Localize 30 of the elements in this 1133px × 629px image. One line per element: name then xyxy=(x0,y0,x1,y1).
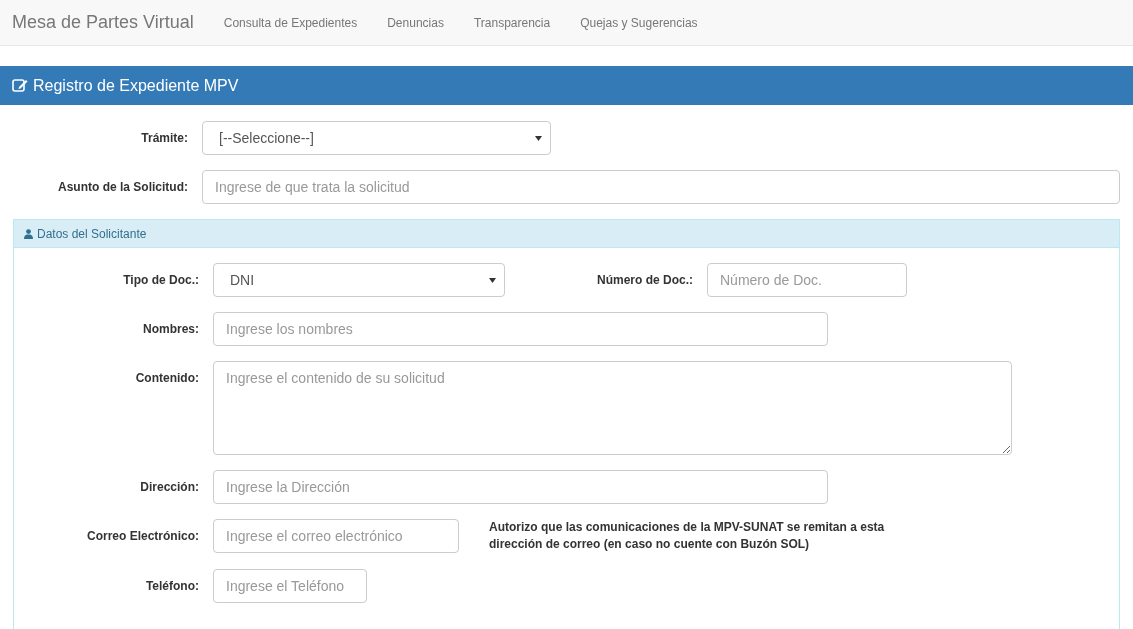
input-field[interactable]: Ingrese los nombres xyxy=(213,312,828,346)
edit-icon xyxy=(12,78,28,93)
caret-icon xyxy=(535,135,542,141)
select-field[interactable]: [--Seleccione--] xyxy=(202,121,551,155)
panel-title: Registro de Expediente MPV xyxy=(33,75,239,96)
input-field[interactable]: Ingrese el correo electrónico xyxy=(213,519,459,553)
field-label: Tipo de Doc.: xyxy=(122,272,199,289)
input-field[interactable]: Ingrese el Teléfono xyxy=(213,568,367,603)
section-title: Datos del Solicitante xyxy=(37,225,147,243)
nav-link[interactable]: Denuncias xyxy=(387,13,444,32)
field-label: Nombres: xyxy=(142,321,199,338)
input-field[interactable]: Ingrese de que trata la solicitud xyxy=(202,170,1120,204)
field-label: Teléfono: xyxy=(144,577,199,595)
field-label: Asunto de la Solicitud: xyxy=(57,179,188,196)
select-field[interactable]: DNI xyxy=(213,263,505,297)
user-icon xyxy=(24,228,33,239)
field-label: Contenido: xyxy=(134,370,199,387)
input-field[interactable]: Ingrese la Dirección xyxy=(213,470,828,504)
text-area[interactable]: Ingrese el contenido de su solicitud xyxy=(213,361,1012,455)
nav-link[interactable]: Transparencia xyxy=(473,13,551,32)
nav-link[interactable]: Consulta de Expedientes xyxy=(223,13,358,32)
field-label: Trámite: xyxy=(140,130,188,147)
brand-title[interactable]: Mesa de Partes Virtual xyxy=(12,9,194,36)
field-label: Número de Doc.: xyxy=(596,272,693,289)
field-label: Dirección: xyxy=(139,479,199,496)
input-field[interactable]: Número de Doc. xyxy=(707,263,907,297)
caret-icon xyxy=(489,277,496,283)
consent-note: Autorizo que las comunicaciones de la MPV-SUNAT se remitan a esta dirección de correo (en caso no cuente con Buzón SOL) xyxy=(489,519,886,554)
nav-link[interactable]: Quejas y Sugerencias xyxy=(580,13,698,32)
field-label: Correo Electrónico: xyxy=(85,528,199,545)
